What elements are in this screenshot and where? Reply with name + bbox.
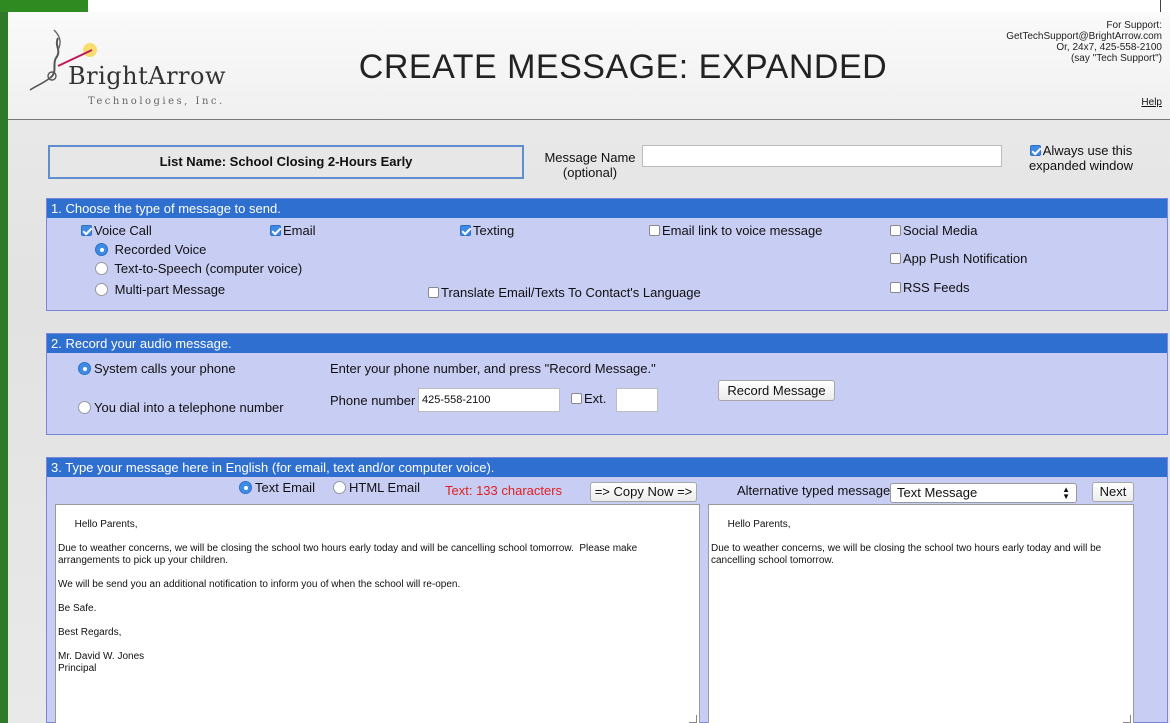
email-link-label: Email link to voice message [662,223,823,238]
system-calls-option[interactable]: System calls your phone [78,361,236,376]
ext-checkbox[interactable] [571,393,582,404]
recorded-voice-radio[interactable] [95,243,108,256]
next-button[interactable]: Next [1092,482,1134,502]
tts-label: Text-to-Speech (computer voice) [114,261,303,276]
support-note: (say "Tech Support") [1070,53,1162,64]
top-strip-accent [0,0,88,12]
record-message-button[interactable]: Record Message [718,380,835,401]
section-type-message: 3. Type your message here in English (fo… [46,457,1168,723]
text-email-option[interactable]: Text Email [239,480,315,495]
translate-label: Translate Email/Texts To Contact's Langu… [441,285,701,300]
email-checkbox[interactable] [270,225,281,236]
main-message-textarea[interactable]: Hello Parents, Due to weather concerns, … [55,504,700,723]
message-name-title: Message Name [544,150,636,165]
always-use-label: Always use this expanded window [1028,143,1134,173]
tts-option[interactable]: Text-to-Speech (computer voice) [95,261,302,276]
message-name-label: Message Name (optional) [538,150,642,180]
rss-option[interactable]: RSS Feeds [890,280,969,295]
section-message-type: 1. Choose the type of message to send. V… [46,198,1168,311]
main-message-text: Hello Parents, Due to weather concerns, … [58,519,638,674]
voice-call-checkbox[interactable] [81,225,92,236]
alternative-message-textarea[interactable]: Hello Parents, Due to weather concerns, … [708,504,1134,723]
system-calls-radio[interactable] [78,362,91,375]
text-email-radio[interactable] [239,481,252,494]
support-email: GetTechSupport@BrightArrow.com [1006,31,1162,42]
alternative-message-select[interactable]: Text Message ▲ ▼ [890,483,1077,503]
page-title: CREATE MESSAGE: EXPANDED [358,48,888,86]
email-link-checkbox[interactable] [649,225,660,236]
translate-checkbox[interactable] [428,287,439,298]
alternative-message-text: Hello Parents, Due to weather concerns, … [711,519,1102,566]
social-media-option[interactable]: Social Media [890,223,977,238]
select-arrows-icon: ▲ ▼ [1062,485,1070,501]
phone-number-label: Phone number [330,393,416,408]
message-name-input[interactable] [642,145,1002,167]
section-header: 2. Record your audio message. [47,334,1167,353]
section-record-audio: 2. Record your audio message. System cal… [46,333,1168,435]
support-phone: Or, 24x7, 425-558-2100 [1056,42,1162,53]
record-instructions: Enter your phone number, and press "Reco… [330,361,656,376]
html-email-radio[interactable] [333,481,346,494]
copy-now-button[interactable]: => Copy Now => [590,482,697,502]
texting-checkbox[interactable] [460,225,471,236]
you-dial-option[interactable]: You dial into a telephone number [78,400,284,415]
left-frame-bar [0,12,8,723]
html-email-option[interactable]: HTML Email [333,480,420,495]
tts-radio[interactable] [95,262,108,275]
voice-call-option[interactable]: Voice Call [81,223,152,238]
multipart-label: Multi-part Message [114,282,226,297]
social-media-label: Social Media [903,223,978,238]
app-push-checkbox[interactable] [890,253,901,264]
support-info: For Support: GetTechSupport@BrightArrow.… [932,20,1162,64]
texting-option[interactable]: Texting [460,223,514,238]
logo-subtitle: Technologies, Inc. [88,96,225,107]
texting-label: Texting [473,223,515,238]
translate-option[interactable]: Translate Email/Texts To Contact's Langu… [428,285,701,300]
recorded-voice-option[interactable]: Recorded Voice [95,242,206,257]
create-message-window: BrightArrow Technologies, Inc. CREATE ME… [8,12,1170,723]
email-option[interactable]: Email [270,223,316,238]
ext-input[interactable] [616,388,658,412]
you-dial-radio[interactable] [78,401,91,414]
text-email-label: Text Email [255,480,315,495]
help-link[interactable]: Help [1141,97,1162,108]
alternative-message-label: Alternative typed message [737,483,891,498]
always-use-option[interactable]: Always use this expanded window [1026,143,1136,173]
system-calls-label: System calls your phone [94,361,236,376]
top-strip [0,0,1170,12]
multipart-radio[interactable] [95,283,108,296]
social-media-checkbox[interactable] [890,225,901,236]
app-push-label: App Push Notification [903,251,1028,266]
email-label: Email [283,223,316,238]
rss-label: RSS Feeds [903,280,970,295]
voice-call-label: Voice Call [94,223,152,238]
email-link-option[interactable]: Email link to voice message [649,223,822,238]
top-strip-divider [1160,0,1161,12]
message-name-optional: (optional) [562,165,618,180]
page-header: BrightArrow Technologies, Inc. CREATE ME… [8,12,1170,120]
section-header: 1. Choose the type of message to send. [47,199,1167,218]
ext-label: Ext. [584,391,607,406]
section-header: 3. Type your message here in English (fo… [47,458,1167,477]
logo-wordmark: BrightArrow [68,62,227,90]
brightarrow-logo: BrightArrow Technologies, Inc. [28,20,238,116]
list-name-box: List Name: School Closing 2-Hours Early [48,145,524,179]
multipart-option[interactable]: Multi-part Message [95,282,225,297]
alternative-message-value: Text Message [897,485,978,500]
always-use-checkbox[interactable] [1029,145,1041,156]
support-line: For Support: [1106,20,1162,31]
recorded-voice-label: Recorded Voice [114,242,207,257]
ext-option[interactable]: Ext. [571,391,606,406]
phone-number-input[interactable]: 425-558-2100 [418,388,560,412]
resize-grip-icon[interactable] [1123,715,1131,723]
html-email-label: HTML Email [349,480,421,495]
resize-grip-icon[interactable] [689,715,697,723]
character-count: Text: 133 characters [445,483,563,498]
app-push-option[interactable]: App Push Notification [890,251,1027,266]
rss-checkbox[interactable] [890,282,901,293]
you-dial-label: You dial into a telephone number [94,400,284,415]
